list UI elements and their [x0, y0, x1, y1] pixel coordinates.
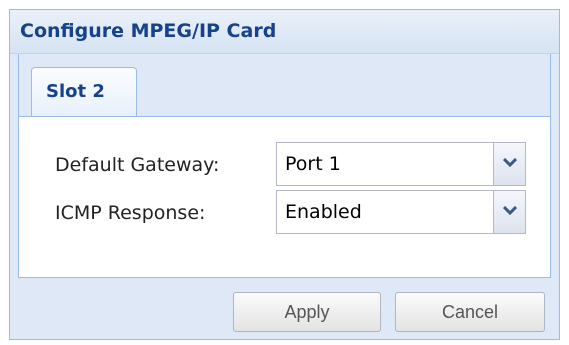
chevron-down-icon [503, 158, 517, 168]
icmp-response-value: Enabled [285, 201, 362, 223]
tab-slot-2[interactable]: Slot 2 [31, 67, 137, 117]
icmp-response-dropdown-trigger[interactable] [493, 191, 525, 233]
tab-body: Default Gateway: Port 1 ICMP Response: E… [18, 116, 551, 278]
default-gateway-value: Port 1 [285, 153, 341, 175]
configure-card-panel: Configure MPEG/IP Card Slot 2 Default Ga… [9, 9, 560, 340]
default-gateway-label: Default Gateway: [55, 154, 220, 176]
default-gateway-dropdown-trigger[interactable] [493, 143, 525, 185]
tab-label: Slot 2 [46, 81, 105, 102]
panel-title: Configure MPEG/IP Card [20, 20, 277, 42]
tab-strip: Slot 2 [18, 54, 551, 117]
chevron-down-icon [503, 206, 517, 216]
apply-button[interactable]: Apply [233, 292, 381, 332]
cancel-button[interactable]: Cancel [395, 292, 545, 332]
default-gateway-select[interactable]: Port 1 [276, 142, 526, 186]
panel-header: Configure MPEG/IP Card [10, 10, 559, 54]
icmp-response-select[interactable]: Enabled [276, 190, 526, 234]
icmp-response-label: ICMP Response: [55, 202, 206, 224]
